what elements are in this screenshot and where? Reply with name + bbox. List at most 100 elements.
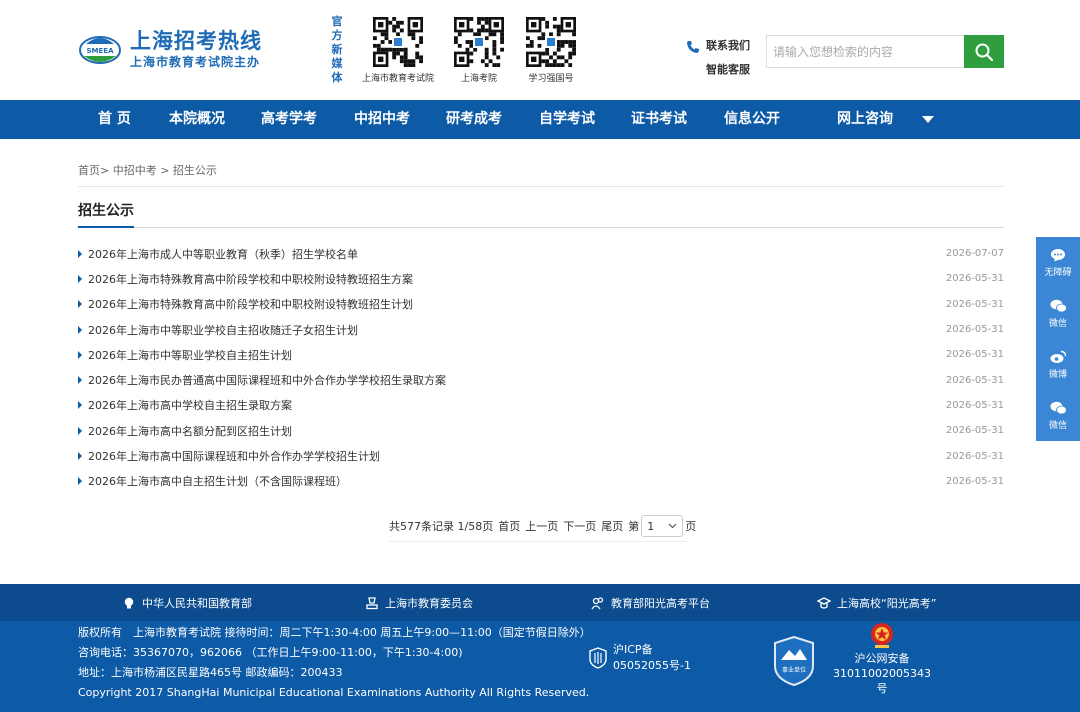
page-select[interactable]: 1 bbox=[641, 515, 684, 537]
wechat-icon bbox=[1050, 299, 1067, 312]
footer-link-shanghai-sunshine[interactable]: 上海高校“阳光高考” bbox=[817, 584, 936, 621]
list-item-date: 2026-05-31 bbox=[945, 475, 1004, 487]
triangle-right-icon bbox=[78, 325, 82, 334]
qr-caption: 上海考院 bbox=[460, 74, 497, 84]
list-item[interactable]: 2026年上海市高中国际课程班和中外合作办学学校招生计划 2026-05-31 bbox=[78, 443, 1004, 468]
accessibility-button[interactable]: 无障碍 bbox=[1036, 237, 1080, 288]
qr-code-kaoyuan[interactable]: 上海考院 bbox=[439, 17, 519, 84]
list-item-title[interactable]: 2026年上海市成人中等职业教育（秋季）招生学校名单 bbox=[88, 246, 358, 262]
smart-service-link[interactable]: 智能客服 bbox=[686, 58, 750, 82]
last-page-link[interactable]: 尾页 bbox=[601, 518, 623, 534]
wechat-button-2[interactable]: 微信 bbox=[1036, 390, 1080, 441]
footer-link-sunshine-platform[interactable]: 教育部阳光高考平台 bbox=[591, 584, 710, 621]
page-title: 招生公示 bbox=[78, 203, 134, 219]
triangle-right-icon bbox=[78, 426, 82, 435]
search-input[interactable] bbox=[766, 35, 964, 68]
triangle-right-icon bbox=[78, 401, 82, 410]
list-item-date: 2026-05-31 bbox=[945, 425, 1004, 437]
nav-online-consult[interactable]: 网上咨询 bbox=[837, 100, 893, 139]
icp-number: 05052055号-1 bbox=[613, 659, 691, 672]
weibo-icon bbox=[1050, 350, 1066, 363]
accessibility-label: 无障碍 bbox=[1044, 267, 1072, 278]
qr-code-icon bbox=[373, 17, 423, 67]
pagination-divider bbox=[389, 541, 689, 542]
list-item-date: 2026-05-31 bbox=[945, 324, 1004, 336]
chat-bubble-icon bbox=[1051, 248, 1065, 261]
triangle-right-icon bbox=[78, 274, 82, 283]
list-item-title[interactable]: 2026年上海市高中学校自主招生录取方案 bbox=[88, 397, 292, 413]
list-item-title[interactable]: 2026年上海市中等职业学校自主招生计划 bbox=[88, 347, 292, 363]
police-record-link[interactable]: 沪公网安备 31011002005343 号 bbox=[832, 621, 932, 696]
list-item[interactable]: 2026年上海市特殊教育高中阶段学校和中职校附设特教班招生计划 2026-05-3… bbox=[78, 292, 1004, 317]
announcement-list: 2026年上海市成人中等职业教育（秋季）招生学校名单 2026-07-07 2026… bbox=[78, 241, 1004, 494]
nav-gaokao[interactable]: 高考学考 bbox=[261, 100, 317, 139]
list-item[interactable]: 2026年上海市特殊教育高中阶段学校和中职校附设特教班招生方案 2026-05-3… bbox=[78, 266, 1004, 291]
list-item-date: 2026-05-31 bbox=[945, 349, 1004, 361]
icp-record-link[interactable]: 沪ICP备 05052055号-1 bbox=[588, 642, 691, 674]
list-item[interactable]: 2026年上海市中等职业学校自主招收随迁子女招生计划 2026-05-31 bbox=[78, 317, 1004, 342]
footer-copyright-en: Copyright 2017 ShangHai Municipal Educat… bbox=[78, 686, 590, 699]
jump-prefix: 第 bbox=[628, 520, 640, 533]
wechat-icon bbox=[1050, 401, 1067, 414]
public-institution-badge[interactable]: 事业单位 bbox=[773, 635, 815, 687]
weibo-button[interactable]: 微博 bbox=[1036, 339, 1080, 390]
qr-caption: 上海市教育考试院 bbox=[361, 74, 434, 84]
triangle-right-icon bbox=[78, 452, 82, 461]
list-item[interactable]: 2026年上海市中等职业学校自主招生计划 2026-05-31 bbox=[78, 342, 1004, 367]
list-item-date: 2026-05-31 bbox=[945, 273, 1004, 285]
search-button[interactable] bbox=[964, 35, 1004, 68]
footer-link-moe[interactable]: 中华人民共和国教育部 bbox=[122, 584, 252, 621]
nav-about[interactable]: 本院概况 bbox=[169, 100, 225, 139]
footer-link-shanghai-edu[interactable]: 上海市教育委员会 bbox=[365, 584, 473, 621]
list-item-title[interactable]: 2026年上海市高中国际课程班和中外合作办学学校招生计划 bbox=[88, 448, 380, 464]
wechat-label: 微信 bbox=[1048, 318, 1067, 329]
search-icon bbox=[975, 43, 994, 61]
nav-home[interactable]: 首 页 bbox=[98, 100, 131, 139]
list-item[interactable]: 2026年上海市成人中等职业教育（秋季）招生学校名单 2026-07-07 bbox=[78, 241, 1004, 266]
qr-code-exam-authority[interactable]: 上海市教育考试院 bbox=[358, 17, 438, 84]
nav-zhongkao[interactable]: 中招中考 bbox=[354, 100, 410, 139]
qr-code-xuexi[interactable]: 学习强国号 bbox=[511, 17, 591, 84]
icp-label: 沪ICP备 bbox=[613, 643, 653, 656]
list-item-title[interactable]: 2026年上海市特殊教育高中阶段学校和中职校附设特教班招生方案 bbox=[88, 271, 413, 287]
first-page-link[interactable]: 首页 bbox=[498, 518, 520, 534]
nav-more-chevron-down-icon[interactable] bbox=[922, 116, 934, 123]
svg-text:事业单位: 事业单位 bbox=[782, 666, 806, 674]
police-number: 31011002005343 bbox=[833, 667, 931, 680]
list-item-title[interactable]: 2026年上海市高中自主招生计划（不含国际课程班） bbox=[88, 473, 347, 489]
graduate-cap-icon bbox=[817, 596, 831, 609]
footer: 版权所有 上海市教育考试院 接待时间：周二下午1:30-4:00 周五上午9:0… bbox=[0, 621, 1080, 712]
list-item[interactable]: 2026年上海市民办普通高中国际课程班和中外合作办学学校招生录取方案 2026-0… bbox=[78, 367, 1004, 392]
pagination: 共577条记录 1/58页 首页 上一页 下一页 尾页 第 1 页 bbox=[389, 515, 696, 537]
list-item-date: 2026-05-31 bbox=[945, 298, 1004, 310]
triangle-right-icon bbox=[78, 477, 82, 486]
list-item-title[interactable]: 2026年上海市中等职业学校自主招收随迁子女招生计划 bbox=[88, 322, 358, 338]
footer-info: 版权所有 上海市教育考试院 接待时间：周二下午1:30-4:00 周五上午9:0… bbox=[78, 623, 591, 703]
nav-certificate[interactable]: 证书考试 bbox=[631, 100, 687, 139]
wechat-button[interactable]: 微信 bbox=[1036, 288, 1080, 339]
list-item-title[interactable]: 2026年上海市高中名额分配到区招生计划 bbox=[88, 423, 292, 439]
footer-links-bar: 中华人民共和国教育部 上海市教育委员会 教育部阳光高考平台 上海高校“阳光高考” bbox=[0, 584, 1080, 621]
next-page-link[interactable]: 下一页 bbox=[563, 518, 596, 534]
list-item[interactable]: 2026年上海市高中名额分配到区招生计划 2026-05-31 bbox=[78, 418, 1004, 443]
contact-us-label: 联系我们 bbox=[706, 39, 750, 52]
people-icon bbox=[591, 596, 604, 609]
list-item-title[interactable]: 2026年上海市特殊教育高中阶段学校和中职校附设特教班招生计划 bbox=[88, 296, 413, 312]
list-item-date: 2026-05-31 bbox=[945, 399, 1004, 411]
weibo-label: 微博 bbox=[1048, 369, 1067, 380]
list-item[interactable]: 2026年上海市高中学校自主招生录取方案 2026-05-31 bbox=[78, 393, 1004, 418]
search-bar bbox=[766, 35, 1004, 68]
qr-code-icon bbox=[454, 17, 504, 67]
nav-info-disclosure[interactable]: 信息公开 bbox=[724, 100, 780, 139]
site-logo[interactable]: SMEEA 上海招考热线 上海市教育考试院主办 bbox=[78, 28, 262, 72]
nav-graduate-adult[interactable]: 研考成考 bbox=[446, 100, 502, 139]
contact-area: 联系我们 智能客服 bbox=[686, 34, 750, 82]
prev-page-link[interactable]: 上一页 bbox=[525, 518, 558, 534]
contact-us-link[interactable]: 联系我们 bbox=[686, 34, 750, 58]
triangle-right-icon bbox=[78, 300, 82, 309]
nav-self-study[interactable]: 自学考试 bbox=[539, 100, 595, 139]
site-header: SMEEA 上海招考热线 上海市教育考试院主办 官方新媒体 上海市教育考试院 上… bbox=[0, 0, 1080, 100]
list-item-title[interactable]: 2026年上海市民办普通高中国际课程班和中外合作办学学校招生录取方案 bbox=[88, 372, 446, 388]
list-item[interactable]: 2026年上海市高中自主招生计划（不含国际课程班） 2026-05-31 bbox=[78, 469, 1004, 494]
breadcrumb[interactable]: 首页> 中招中考 > 招生公示 bbox=[78, 162, 217, 178]
